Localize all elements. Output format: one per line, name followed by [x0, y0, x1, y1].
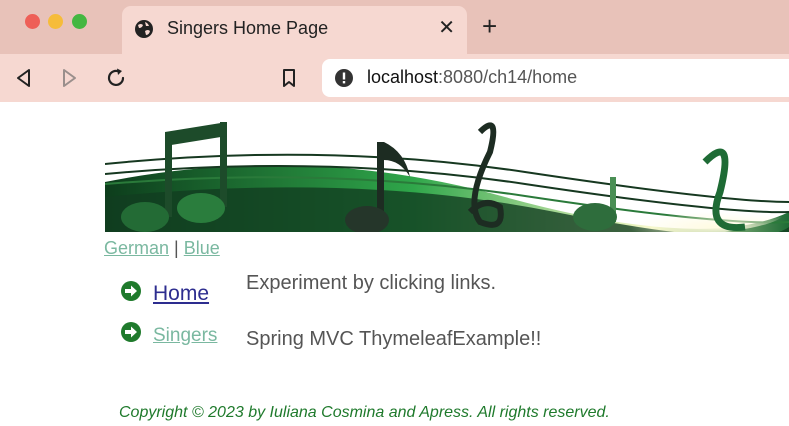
window-minimize-button[interactable]	[48, 14, 63, 29]
music-banner-image	[105, 102, 789, 232]
address-text[interactable]: localhost:8080/ch14/home	[367, 67, 577, 88]
content-text: Experiment by clicking links.	[246, 272, 497, 294]
new-tab-icon[interactable]: +	[482, 13, 497, 39]
german-link[interactable]: German	[104, 238, 169, 258]
active-tab[interactable]: Singers Home Page ✕	[122, 6, 467, 54]
theme-links: German | Blue	[104, 238, 220, 259]
tab-title: Singers Home Page	[167, 18, 329, 38]
arrow-circle-icon	[121, 281, 141, 301]
tab-close-icon[interactable]: ✕	[438, 16, 455, 40]
forward-icon[interactable]	[57, 66, 81, 90]
globe-icon	[135, 20, 153, 38]
content-heading: Spring MVC ThymeleafExample!!	[246, 328, 542, 350]
window-close-button[interactable]	[25, 14, 40, 29]
footer-copyright: Copyright © 2023 by Iuliana Cosmina and …	[119, 404, 610, 421]
address-bar[interactable]: localhost:8080/ch14/home	[322, 59, 789, 97]
blue-link[interactable]: Blue	[184, 238, 220, 258]
window-maximize-button[interactable]	[72, 14, 87, 29]
bookmark-icon[interactable]	[277, 66, 301, 90]
singers-link[interactable]: Singers	[153, 325, 217, 347]
reload-icon[interactable]	[104, 66, 128, 90]
arrow-circle-icon	[121, 322, 141, 342]
theme-separator: |	[174, 238, 179, 258]
url-path: :8080/ch14/home	[438, 67, 578, 87]
home-link[interactable]: Home	[153, 282, 209, 306]
url-host: localhost	[367, 67, 439, 87]
browser-toolbar: localhost:8080/ch14/home	[0, 54, 789, 102]
back-icon[interactable]	[12, 66, 36, 90]
tab-strip: Singers Home Page ✕ +	[0, 0, 789, 54]
info-icon[interactable]	[334, 68, 354, 88]
